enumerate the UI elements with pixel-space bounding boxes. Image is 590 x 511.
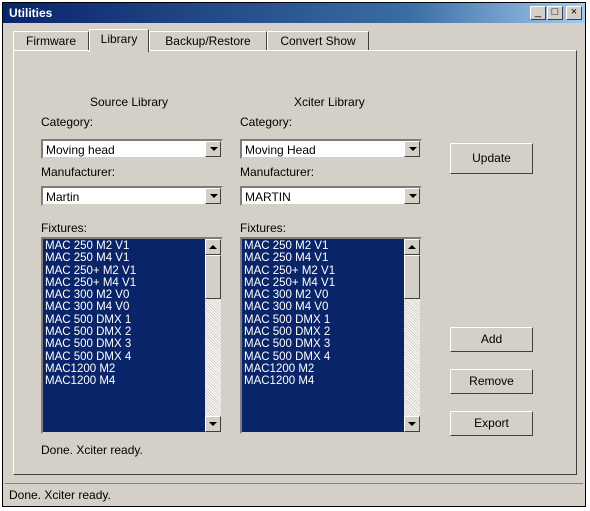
- list-item[interactable]: MAC1200 M4: [45, 375, 201, 387]
- list-item[interactable]: MAC1200 M2: [244, 363, 400, 375]
- maximize-button[interactable]: □: [547, 6, 563, 20]
- xciter-fixtures-label: Fixtures:: [240, 221, 287, 235]
- chevron-down-icon[interactable]: [404, 188, 420, 204]
- chevron-down-icon[interactable]: [404, 141, 420, 157]
- xciter-fixtures-scrollbar[interactable]: [404, 239, 420, 432]
- list-item[interactable]: MAC 250+ M4 V1: [45, 277, 201, 289]
- source-manufacturer-select[interactable]: Martin: [41, 186, 223, 206]
- scroll-down-arrow-icon[interactable]: [205, 416, 221, 432]
- update-button[interactable]: Update: [450, 143, 533, 174]
- list-item[interactable]: MAC 500 DMX 2: [244, 326, 400, 338]
- list-item[interactable]: MAC 300 M4 V0: [45, 301, 201, 313]
- scroll-thumb[interactable]: [404, 255, 420, 299]
- source-category-value: Moving head: [46, 143, 115, 157]
- list-item[interactable]: MAC1200 M2: [45, 363, 201, 375]
- list-item[interactable]: MAC 500 DMX 2: [45, 326, 201, 338]
- status-bar: Done. Xciter ready.: [5, 483, 583, 504]
- list-item[interactable]: MAC 250+ M4 V1: [244, 277, 400, 289]
- source-manufacturer-label: Manufacturer:: [41, 165, 116, 179]
- window-title: Utilities: [9, 6, 53, 20]
- xciter-library-heading: Xciter Library: [294, 95, 365, 109]
- xciter-fixtures-list[interactable]: MAC 250 M2 V1 MAC 250 M4 V1 MAC 250+ M2 V1…: [240, 237, 422, 434]
- chevron-down-icon[interactable]: [205, 141, 221, 157]
- source-library-heading: Source Library: [90, 95, 169, 109]
- tab-library[interactable]: Library: [89, 29, 149, 52]
- scroll-thumb[interactable]: [205, 255, 221, 299]
- list-item[interactable]: MAC 250+ M2 V1: [244, 265, 400, 277]
- remove-button[interactable]: Remove: [450, 369, 533, 394]
- source-manufacturer-value: Martin: [46, 190, 80, 204]
- scroll-down-arrow-icon[interactable]: [404, 416, 420, 432]
- list-item[interactable]: MAC 500 DMX 4: [244, 351, 400, 363]
- chevron-down-icon[interactable]: [205, 188, 221, 204]
- source-category-select[interactable]: Moving head: [41, 139, 223, 159]
- source-fixtures-label: Fixtures:: [41, 221, 88, 235]
- xciter-category-label: Category:: [240, 115, 293, 129]
- list-item[interactable]: MAC 500 DMX 1: [244, 314, 400, 326]
- list-item[interactable]: MAC 300 M2 V0: [45, 289, 201, 301]
- list-item[interactable]: MAC 500 DMX 3: [244, 338, 400, 350]
- list-item[interactable]: MAC 250 M4 V1: [45, 252, 201, 264]
- title-bar[interactable]: Utilities _ □ ×: [3, 3, 585, 23]
- utilities-window: Utilities _ □ × Firmware Library Backup/…: [2, 2, 586, 507]
- source-fixtures-list[interactable]: MAC 250 M2 V1 MAC 250 M4 V1 MAC 250+ M2 V1…: [41, 237, 223, 434]
- list-item[interactable]: MAC 300 M2 V0: [244, 289, 400, 301]
- list-item[interactable]: MAC 500 DMX 3: [45, 338, 201, 350]
- source-fixtures-items: MAC 250 M2 V1 MAC 250 M4 V1 MAC 250+ M2 V1…: [45, 240, 201, 388]
- minimize-button[interactable]: _: [530, 6, 546, 20]
- xciter-manufacturer-label: Manufacturer:: [240, 165, 315, 179]
- list-item[interactable]: MAC 500 DMX 4: [45, 351, 201, 363]
- scroll-up-arrow-icon[interactable]: [404, 239, 420, 255]
- list-item[interactable]: MAC 300 M4 V0: [244, 301, 400, 313]
- list-item[interactable]: MAC 250 M2 V1: [244, 240, 400, 252]
- add-button[interactable]: Add: [450, 327, 533, 352]
- export-button[interactable]: Export: [450, 411, 533, 436]
- status-bar-text: Done. Xciter ready.: [9, 488, 111, 502]
- list-item[interactable]: MAC 250+ M2 V1: [45, 265, 201, 277]
- source-fixtures-scrollbar[interactable]: [205, 239, 221, 432]
- xciter-manufacturer-value: MARTIN: [245, 190, 291, 204]
- scroll-up-arrow-icon[interactable]: [205, 239, 221, 255]
- xciter-category-select[interactable]: Moving Head: [240, 139, 422, 159]
- tab-backup-restore[interactable]: Backup/Restore: [149, 31, 267, 51]
- tab-firmware[interactable]: Firmware: [13, 31, 89, 51]
- list-item[interactable]: MAC1200 M4: [244, 375, 400, 387]
- library-panel: Source Library Category: Moving head Man…: [13, 50, 577, 475]
- close-button[interactable]: ×: [566, 6, 582, 20]
- list-item[interactable]: MAC 250 M2 V1: [45, 240, 201, 252]
- list-item[interactable]: MAC 250 M4 V1: [244, 252, 400, 264]
- panel-status-text: Done. Xciter ready.: [41, 443, 143, 457]
- xciter-category-value: Moving Head: [245, 143, 316, 157]
- xciter-manufacturer-select[interactable]: MARTIN: [240, 186, 422, 206]
- tab-convert-show[interactable]: Convert Show: [267, 31, 369, 51]
- source-category-label: Category:: [41, 115, 94, 129]
- list-item[interactable]: MAC 500 DMX 1: [45, 314, 201, 326]
- xciter-fixtures-items: MAC 250 M2 V1 MAC 250 M4 V1 MAC 250+ M2 V1…: [244, 240, 400, 388]
